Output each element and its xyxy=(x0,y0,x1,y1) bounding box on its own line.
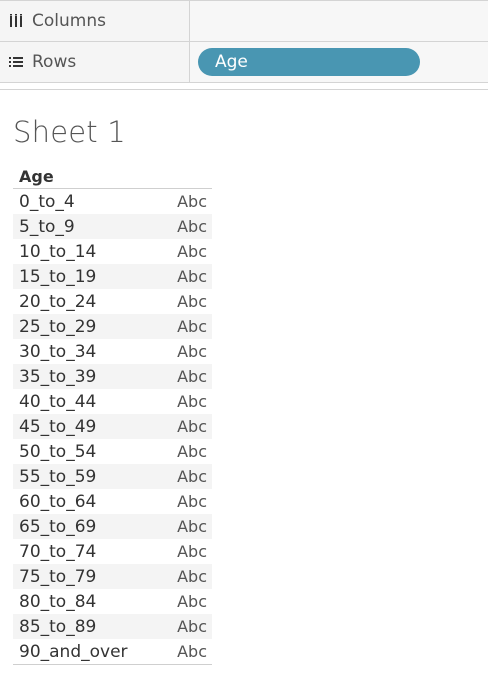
table-row[interactable]: 65_to_69 Abc xyxy=(13,514,212,539)
columns-shelf: Columns xyxy=(0,1,488,41)
sheet-title: Sheet 1 xyxy=(13,115,126,149)
row-label: 40_to_44 xyxy=(19,391,97,412)
table-row[interactable]: 30_to_34 Abc xyxy=(13,339,212,364)
columns-label: Columns xyxy=(32,11,106,31)
row-value: Abc xyxy=(177,617,207,636)
rows-label: Rows xyxy=(32,52,77,72)
table-row[interactable]: 10_to_14 Abc xyxy=(13,239,212,264)
table-row[interactable]: 5_to_9 Abc xyxy=(13,214,212,239)
table-body: 0_to_4 Abc 5_to_9 Abc 10_to_14 Abc 15_to_19 Abc… xyxy=(13,189,212,664)
columns-icon xyxy=(8,13,24,29)
table-row[interactable]: 85_to_89 Abc xyxy=(13,614,212,639)
row-value: Abc xyxy=(177,642,207,661)
row-value: Abc xyxy=(177,217,207,236)
columns-drop-zone[interactable] xyxy=(190,1,488,41)
age-pill[interactable]: Age xyxy=(198,48,420,76)
row-label: 0_to_4 xyxy=(19,191,75,212)
table-footer xyxy=(13,664,212,665)
table-row[interactable]: 50_to_54 Abc xyxy=(13,439,212,464)
columns-shelf-label: Columns xyxy=(0,1,190,41)
row-value: Abc xyxy=(177,542,207,561)
table-row[interactable]: 45_to_49 Abc xyxy=(13,414,212,439)
row-label: 5_to_9 xyxy=(19,216,75,237)
table-row[interactable]: 70_to_74 Abc xyxy=(13,539,212,564)
row-label: 75_to_79 xyxy=(19,566,97,587)
table-row[interactable]: 90_and_over Abc xyxy=(13,639,212,664)
data-table: Age 0_to_4 Abc 5_to_9 Abc 10_to_14 Abc 15_to_1… xyxy=(13,164,212,665)
shelves-panel: Columns Rows Age xyxy=(0,0,488,83)
row-label: 15_to_19 xyxy=(19,266,97,287)
row-value: Abc xyxy=(177,292,207,311)
table-row[interactable]: 20_to_24 Abc xyxy=(13,289,212,314)
table-row[interactable]: 25_to_29 Abc xyxy=(13,314,212,339)
row-value: Abc xyxy=(177,317,207,336)
row-value: Abc xyxy=(177,517,207,536)
row-label: 30_to_34 xyxy=(19,341,97,362)
row-value: Abc xyxy=(177,392,207,411)
row-label: 70_to_74 xyxy=(19,541,97,562)
row-label: 85_to_89 xyxy=(19,616,97,637)
row-label: 55_to_59 xyxy=(19,466,97,487)
row-value: Abc xyxy=(177,367,207,386)
row-label: 50_to_54 xyxy=(19,441,97,462)
age-pill-label: Age xyxy=(215,52,248,72)
table-row[interactable]: 55_to_59 Abc xyxy=(13,464,212,489)
row-value: Abc xyxy=(177,442,207,461)
row-label: 10_to_14 xyxy=(19,241,97,262)
table-row[interactable]: 0_to_4 Abc xyxy=(13,189,212,214)
table-row[interactable]: 35_to_39 Abc xyxy=(13,364,212,389)
table-row[interactable]: 40_to_44 Abc xyxy=(13,389,212,414)
row-label: 65_to_69 xyxy=(19,516,97,537)
row-value: Abc xyxy=(177,417,207,436)
table-row[interactable]: 15_to_19 Abc xyxy=(13,264,212,289)
row-label: 25_to_29 xyxy=(19,316,97,337)
row-label: 35_to_39 xyxy=(19,366,97,387)
row-value: Abc xyxy=(177,267,207,286)
table-row[interactable]: 75_to_79 Abc xyxy=(13,564,212,589)
sheet-view: Sheet 1 Age 0_to_4 Abc 5_to_9 Abc 10_to_14 Ab… xyxy=(0,90,488,665)
row-value: Abc xyxy=(177,342,207,361)
row-label: 45_to_49 xyxy=(19,416,97,437)
rows-shelf-label: Rows xyxy=(0,42,190,82)
row-label: 20_to_24 xyxy=(19,291,97,312)
shelf-divider xyxy=(0,83,488,90)
row-value: Abc xyxy=(177,592,207,611)
row-value: Abc xyxy=(177,467,207,486)
row-value: Abc xyxy=(177,492,207,511)
row-label: 80_to_84 xyxy=(19,591,97,612)
row-label: 60_to_64 xyxy=(19,491,97,512)
table-row[interactable]: 60_to_64 Abc xyxy=(13,489,212,514)
row-value: Abc xyxy=(177,242,207,261)
table-row[interactable]: 80_to_84 Abc xyxy=(13,589,212,614)
row-label: 90_and_over xyxy=(19,641,128,662)
table-header-age[interactable]: Age xyxy=(13,164,212,189)
rows-drop-zone[interactable]: Age xyxy=(190,42,488,82)
row-value: Abc xyxy=(177,192,207,211)
rows-shelf: Rows Age xyxy=(0,41,488,82)
row-value: Abc xyxy=(177,567,207,586)
rows-icon xyxy=(8,54,24,70)
